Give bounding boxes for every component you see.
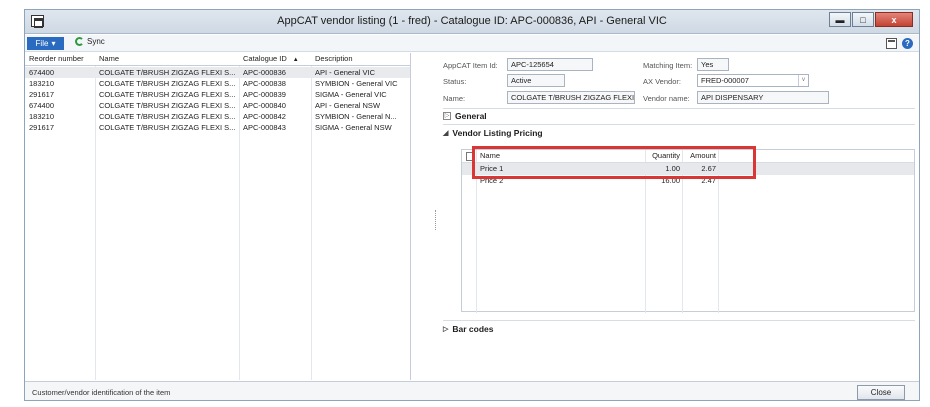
cell-price-name: Price 1 [480,164,504,173]
cell-quantity: 16.00 [661,176,680,185]
chevron-down-icon: ▾ [51,39,56,48]
cell-reorder-number: 674400 [29,68,55,77]
column-quantity[interactable]: Quantity [645,150,680,162]
section-pricing-label: Vendor Listing Pricing [452,128,543,138]
cell-reorder-number: 291617 [29,90,55,99]
section-general-label: General [455,111,487,121]
window-title: AppCAT vendor listing (1 - fred) - Catal… [277,15,667,27]
cell-amount: 2.47 [701,176,716,185]
cell-name: COLGATE T/BRUSH ZIGZAG FLEXI S... [99,79,236,88]
column-reorder-number[interactable]: Reorder number [25,53,95,65]
cell-description: API - General NSW [315,101,381,110]
cell-reorder-number: 674400 [29,101,55,110]
item-id-label: AppCAT Item Id: [443,61,498,70]
matching-item-label: Matching Item: [643,61,693,70]
file-label: File [35,39,49,48]
status-label: Status: [443,77,467,86]
ax-vendor-label: AX Vendor: [643,77,681,86]
section-bar-codes[interactable]: ▷ Bar codes [443,324,494,334]
help-icon[interactable]: ? [902,38,913,49]
minimize-button[interactable]: ▬ [829,12,851,27]
table-row[interactable]: 183210 COLGATE T/BRUSH ZIGZAG FLEXI S...… [25,111,410,122]
column-catalogue-id[interactable]: Catalogue ID ▲ [239,53,311,65]
column-catalogue-id-label: Catalogue ID [243,54,287,63]
table-row[interactable]: Price 2 16.00 2.47 [462,175,914,187]
chevron-down-icon[interactable]: v [798,75,808,86]
sync-label: Sync [87,37,105,46]
column-description[interactable]: Description [311,53,411,65]
table-row[interactable]: 291617 COLGATE T/BRUSH ZIGZAG FLEXI S...… [25,89,410,100]
matching-item-field[interactable]: Yes [697,58,729,71]
name-label: Name: [443,94,466,103]
app-window: AppCAT vendor listing (1 - fred) - Catal… [24,9,920,401]
cell-reorder-number: 291617 [29,123,55,132]
cell-name: COLGATE T/BRUSH ZIGZAG FLEXI S... [99,112,236,121]
cell-name: COLGATE T/BRUSH ZIGZAG FLEXI S... [99,123,236,132]
table-row[interactable]: 674400 COLGATE T/BRUSH ZIGZAG FLEXI S...… [25,67,410,78]
table-row[interactable]: 291617 COLGATE T/BRUSH ZIGZAG FLEXI S...… [25,122,410,133]
ax-vendor-value: FRED-000007 [701,76,749,85]
table-row[interactable]: 183210 COLGATE T/BRUSH ZIGZAG FLEXI S...… [25,78,410,89]
cell-name: COLGATE T/BRUSH ZIGZAG FLEXI S... [99,101,236,110]
grid-header: Reorder number Name Catalogue ID ▲ Descri… [25,53,410,66]
close-button[interactable]: Close [857,385,905,400]
cell-description: SYMBION - General N... [315,112,397,121]
section-general[interactable]: ▷ General [443,111,487,121]
sync-button[interactable]: Sync [75,37,105,46]
vendor-name-label: Vendor name: [643,94,690,103]
item-id-field[interactable]: APC-125654 [507,58,593,71]
collapse-icon: ◢ [443,130,449,137]
pricing-grid: Name Quantity Amount Price 1 1.00 2.67 P… [461,149,915,313]
cell-price-name: Price 2 [480,176,504,185]
column-name[interactable]: Name [95,53,239,65]
cell-catalogue-id: APC-000839 [243,90,286,99]
table-row[interactable]: 674400 COLGATE T/BRUSH ZIGZAG FLEXI S...… [25,100,410,111]
ax-vendor-select[interactable]: FRED-000007 v [697,74,809,87]
select-all-checkbox[interactable] [466,152,475,161]
close-window-button[interactable]: x [875,12,913,27]
menu-bar: File ▾ Sync ? [25,35,919,52]
sync-icon [75,37,84,46]
vendor-listing-grid: Reorder number Name Catalogue ID ▲ Descri… [25,53,411,380]
section-vendor-listing-pricing[interactable]: ◢ Vendor Listing Pricing [443,128,543,138]
title-bar: AppCAT vendor listing (1 - fred) - Catal… [25,10,919,34]
cell-catalogue-id: APC-000840 [243,101,286,110]
pane-splitter[interactable] [435,210,437,230]
expand-icon: ▷ [443,112,451,120]
cell-description: API - General VIC [315,68,376,77]
name-field[interactable]: COLGATE T/BRUSH ZIGZAG FLEXI [507,91,635,104]
cell-catalogue-id: APC-000843 [243,123,286,132]
status-text: Customer/vendor identification of the it… [32,388,171,397]
cell-quantity: 1.00 [665,164,680,173]
table-row[interactable]: Price 1 1.00 2.67 [462,163,914,175]
maximize-button[interactable]: □ [852,12,874,27]
expand-icon: ▷ [443,326,449,333]
column-price-name[interactable]: Name [480,150,500,162]
cell-name: COLGATE T/BRUSH ZIGZAG FLEXI S... [99,68,236,77]
section-bar-codes-label: Bar codes [452,324,494,334]
cell-catalogue-id: APC-000836 [243,68,286,77]
vendor-name-field[interactable]: API DISPENSARY [697,91,829,104]
cell-description: SIGMA - General VIC [315,90,387,99]
sort-ascending-icon: ▲ [292,57,299,63]
column-amount[interactable]: Amount [682,150,716,162]
cell-name: COLGATE T/BRUSH ZIGZAG FLEXI S... [99,90,236,99]
file-menu-button[interactable]: File ▾ [27,37,64,50]
layout-icon[interactable] [886,38,897,49]
status-bar: Customer/vendor identification of the it… [25,381,919,400]
cell-description: SYMBION - General VIC [315,79,398,88]
cell-catalogue-id: APC-000838 [243,79,286,88]
cell-reorder-number: 183210 [29,112,55,121]
status-field[interactable]: Active [507,74,565,87]
cell-catalogue-id: APC-000842 [243,112,286,121]
cell-description: SIGMA - General NSW [315,123,392,132]
cell-amount: 2.67 [701,164,716,173]
details-pane: AppCAT Item Id: APC-125654 Matching Item… [439,53,919,380]
cell-reorder-number: 183210 [29,79,55,88]
pricing-grid-header: Name Quantity Amount [462,150,914,163]
